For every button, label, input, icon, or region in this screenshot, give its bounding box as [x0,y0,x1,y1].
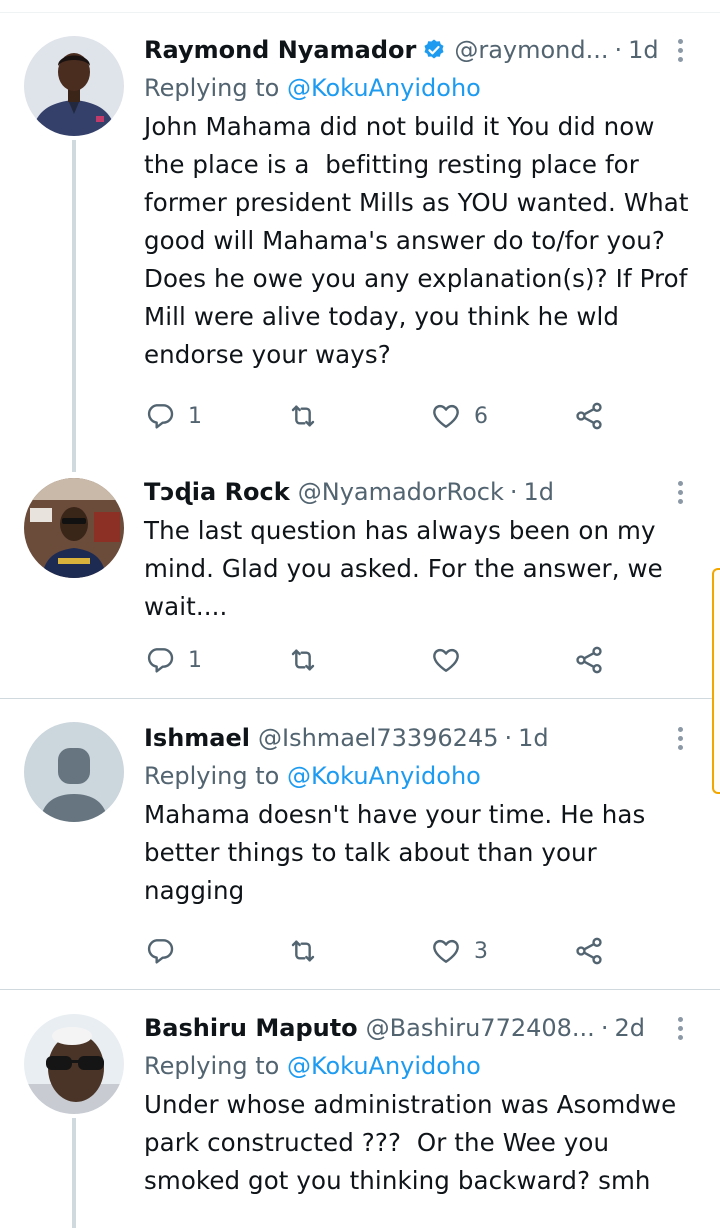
tweet-text: Under whose administration was Asomdwe p… [144,1090,685,1195]
retweet-button[interactable] [287,400,430,432]
more-options-icon[interactable] [668,474,692,510]
author-handle[interactable]: @Ishmael73396245 [258,724,498,752]
replying-to-prefix: Replying to [144,762,287,790]
replying-to-prefix: Replying to [144,74,287,102]
retweet-icon [287,400,319,432]
heart-icon [430,644,462,676]
reply-button[interactable] [144,935,287,967]
share-icon [573,935,605,967]
share-button[interactable] [573,644,605,676]
tweet-3[interactable]: Ishmael @Ishmael73396245 · 1d Replying t… [0,699,720,989]
replying-to-mention[interactable]: @KokuAnyidoho [287,1052,481,1080]
timestamp[interactable]: 1d [523,478,554,506]
share-button[interactable] [573,935,605,967]
reply-button[interactable]: 1 [144,400,287,432]
tweet-actions: 3 [144,931,614,971]
separator-dot: · [504,724,513,752]
retweet-icon [287,935,319,967]
replying-to-mention[interactable]: @KokuAnyidoho [287,74,481,102]
heart-icon [430,400,462,432]
author-name[interactable]: Raymond Nyamador [144,36,416,64]
like-count: 6 [474,403,488,429]
author-handle[interactable]: @Bashiru772408... [366,1014,595,1042]
tweet-header: Raymond Nyamador @raymond... · 1d [144,32,692,68]
thread-line [72,1118,76,1228]
tweet-4[interactable]: Bashiru Maputo @Bashiru772408... · 2d Re… [0,990,720,1228]
reply-icon [144,644,176,676]
retweet-button[interactable] [287,935,430,967]
reply-icon [144,400,176,432]
like-button[interactable]: 6 [430,400,573,432]
reply-button[interactable]: 1 [144,644,287,676]
tweet-text: John Mahama did not build it You did now… [144,112,697,369]
separator-dot: · [614,36,623,64]
share-icon [573,400,605,432]
tweet-1[interactable]: Raymond Nyamador @raymond... · 1d Replyi… [0,0,720,472]
avatar-raymond-nyamador[interactable] [24,36,124,136]
reply-icon [144,935,176,967]
author-handle[interactable]: @raymond... [454,36,608,64]
reply-count: 1 [188,403,202,429]
tweet-actions: 1 6 [144,396,614,436]
avatar-ishmael-default[interactable] [24,722,124,822]
timestamp[interactable]: 1d [628,36,659,64]
author-handle[interactable]: @NyamadorRock [298,478,504,506]
verified-badge-icon [424,39,444,59]
more-options-icon[interactable] [668,720,692,756]
author-name[interactable]: Bashiru Maputo [144,1014,358,1042]
timestamp[interactable]: 1d [518,724,549,752]
replying-to: Replying to @KokuAnyidoho [144,756,692,796]
more-options-icon[interactable] [668,1010,692,1046]
timestamp[interactable]: 2d [614,1014,645,1042]
replying-to: Replying to @KokuAnyidoho [144,68,692,108]
retweet-icon [287,644,319,676]
tweet-header: Bashiru Maputo @Bashiru772408... · 2d [144,1010,692,1046]
share-icon [573,644,605,676]
like-button[interactable] [430,644,573,676]
replying-to-prefix: Replying to [144,1052,287,1080]
tweet-text: The last question has always been on my … [144,516,671,621]
tweet-actions: 1 [144,640,614,680]
tweet-header: Ishmael @Ishmael73396245 · 1d [144,720,692,756]
like-button[interactable]: 3 [430,935,573,967]
separator-dot: · [509,478,518,506]
avatar-todia-rock[interactable] [24,478,124,578]
like-count: 3 [474,938,488,964]
heart-icon [430,935,462,967]
replying-to-mention[interactable]: @KokuAnyidoho [287,762,481,790]
separator-dot: · [600,1014,609,1042]
replying-to: Replying to @KokuAnyidoho [144,1046,692,1086]
author-name[interactable]: Ishmael [144,724,250,752]
thread-line [72,140,76,472]
avatar-bashiru-maputo[interactable] [24,1014,124,1114]
tweet-text: Mahama doesn't have your time. He has be… [144,800,654,905]
reply-count: 1 [188,647,202,673]
share-button[interactable] [573,400,605,432]
retweet-button[interactable] [287,644,430,676]
scrollbar-thumb[interactable] [712,568,720,794]
tweet-2[interactable]: Tɔɖia Rock @NyamadorRock · 1d The last q… [0,472,720,698]
author-name[interactable]: Tɔɖia Rock [144,478,290,506]
more-options-icon[interactable] [668,32,692,68]
tweet-header: Tɔɖia Rock @NyamadorRock · 1d [144,474,692,510]
